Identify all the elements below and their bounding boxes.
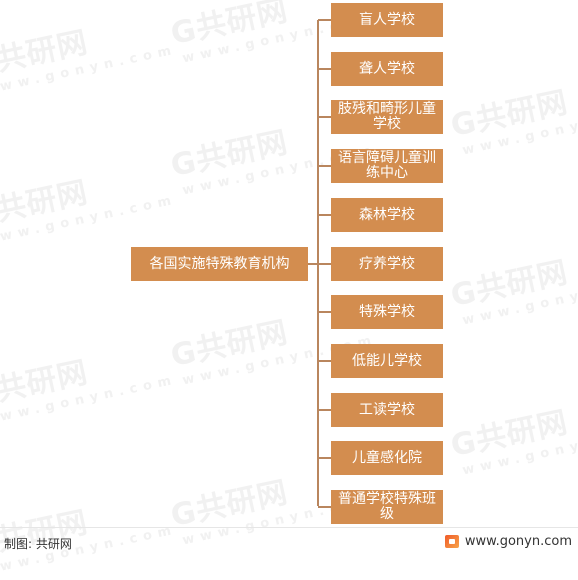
watermark: G共研网 www.gonyn.com: [447, 85, 578, 159]
watermark: G共研网 www.gonyn.com: [0, 175, 179, 249]
connector-tick: [318, 409, 331, 411]
footer-site: www.gonyn.com: [444, 534, 572, 549]
child-node: 森林学校: [331, 198, 443, 232]
watermark: G共研网 www.gonyn.com: [447, 255, 578, 329]
connector-tick: [318, 263, 331, 265]
child-node: 疗养学校: [331, 247, 443, 281]
connector-tick: [318, 165, 331, 167]
footer-credit: 制图: 共研网: [4, 537, 72, 551]
child-node: 语言障碍儿童训练中心: [331, 149, 443, 183]
child-node: 肢残和畸形儿童学校: [331, 100, 443, 134]
connector-tick: [318, 19, 331, 21]
child-node: 工读学校: [331, 393, 443, 427]
watermark: G共研网 www.gonyn.com: [0, 25, 179, 99]
root-node: 各国实施特殊教育机构: [131, 247, 308, 281]
gonyn-logo-icon: [444, 535, 459, 548]
child-node: 普通学校特殊班级: [331, 490, 443, 524]
footer-site-url: www.gonyn.com: [464, 534, 572, 549]
child-node: 低能儿学校: [331, 344, 443, 378]
connector-tick: [318, 116, 331, 118]
connector-tick: [318, 457, 331, 459]
child-node: 儿童感化院: [331, 441, 443, 475]
connector-tick: [318, 506, 331, 508]
watermark: G共研网 www.gonyn.com: [0, 505, 179, 579]
child-node: 聋人学校: [331, 52, 443, 86]
connector-tick: [318, 214, 331, 216]
footer-divider: [0, 527, 578, 528]
watermark: G共研网 www.gonyn.com: [0, 355, 179, 429]
connector-tick: [318, 311, 331, 313]
child-node: 盲人学校: [331, 3, 443, 37]
connector-root-stem: [308, 263, 318, 265]
child-node: 特殊学校: [331, 295, 443, 329]
connector-tick: [318, 360, 331, 362]
watermark: G共研网 www.gonyn.com: [447, 405, 578, 479]
connector-tick: [318, 68, 331, 70]
